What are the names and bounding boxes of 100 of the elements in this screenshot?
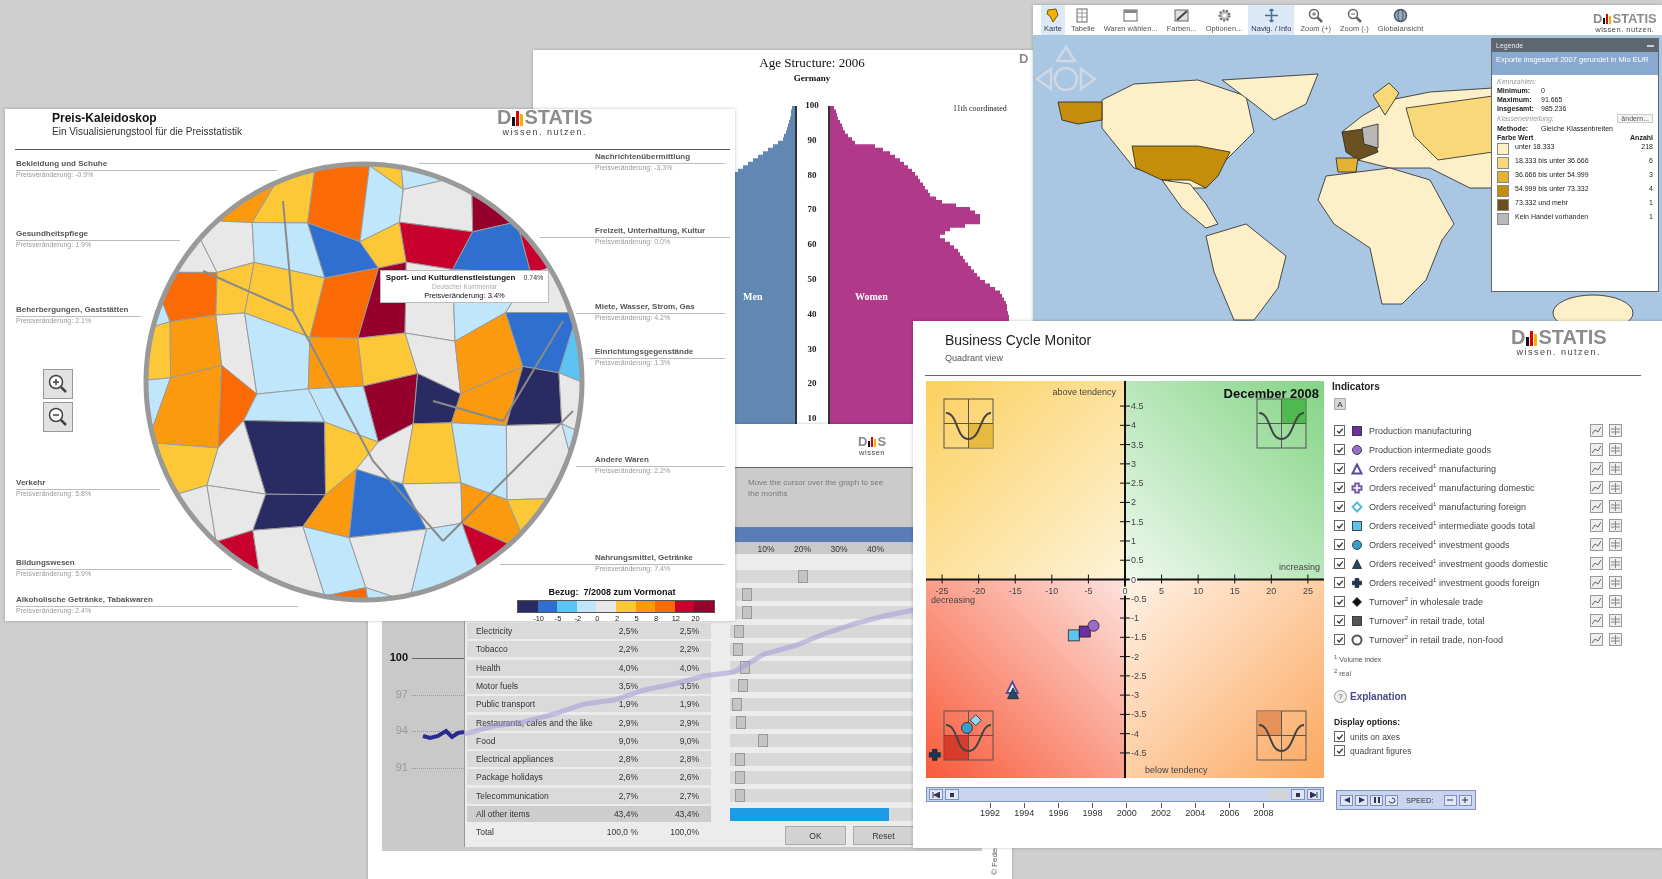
- table-button[interactable]: [1609, 519, 1622, 532]
- note-text: 11th coordinated: [953, 104, 1007, 113]
- category-name[interactable]: Beherbergungen, Gaststätten: [16, 305, 129, 314]
- category-name[interactable]: Gesundheitspflege: [16, 229, 92, 238]
- table-row[interactable]: Tobacco 2,2% 2,2%: [467, 641, 711, 658]
- slider-thumb[interactable]: [741, 587, 752, 601]
- dialog-button[interactable]: OK: [785, 826, 846, 845]
- explanation-link[interactable]: Explanation: [1350, 691, 1407, 702]
- chart-button[interactable]: [1590, 500, 1603, 513]
- chart-button[interactable]: [1590, 614, 1603, 627]
- slider-thumb[interactable]: [734, 770, 745, 784]
- checkbox[interactable]: [1334, 558, 1345, 569]
- slower-button[interactable]: [1443, 794, 1457, 806]
- checkbox[interactable]: [1334, 731, 1345, 742]
- table-button[interactable]: [1609, 462, 1622, 475]
- previous-button[interactable]: [945, 789, 959, 800]
- chart-button[interactable]: [1590, 538, 1603, 551]
- weight-slider[interactable]: [730, 789, 913, 803]
- table-button[interactable]: [1609, 424, 1622, 437]
- checkbox[interactable]: [1334, 577, 1345, 588]
- checkbox[interactable]: [1334, 520, 1345, 531]
- table-button[interactable]: [1609, 538, 1622, 551]
- table-row[interactable]: Public transport 1,9% 1,9%: [467, 696, 711, 713]
- chart-button[interactable]: [1590, 633, 1603, 646]
- item-label: All other items: [476, 809, 530, 819]
- weight-slider[interactable]: [736, 606, 913, 620]
- slider-thumb[interactable]: [757, 734, 768, 748]
- dialog-button[interactable]: Reset: [853, 826, 914, 845]
- table-button[interactable]: [1609, 633, 1622, 646]
- table-cell: 2,6%: [679, 772, 699, 783]
- item-label: Electrical appliances: [476, 754, 554, 765]
- chart-button[interactable]: [1590, 424, 1603, 437]
- table-button[interactable]: [1609, 595, 1622, 608]
- loop-button[interactable]: [1385, 794, 1398, 806]
- slider-thumb[interactable]: [735, 752, 746, 766]
- zoom-in-button[interactable]: [43, 369, 73, 399]
- table-button[interactable]: [1609, 500, 1622, 513]
- checkbox[interactable]: [1334, 615, 1345, 626]
- pause-button[interactable]: [1370, 794, 1383, 806]
- chart-button[interactable]: [1590, 557, 1603, 570]
- table-button[interactable]: [1609, 614, 1622, 627]
- chart-button[interactable]: [1590, 595, 1603, 608]
- help-icon[interactable]: ?: [1334, 690, 1347, 703]
- slider-thumb[interactable]: [734, 624, 745, 638]
- category-name[interactable]: Andere Waren: [595, 455, 671, 464]
- category-name[interactable]: Freizeit, Unterhaltung, Kultur: [595, 226, 706, 235]
- slider-thumb[interactable]: [734, 789, 745, 803]
- slider-thumb[interactable]: [739, 661, 750, 675]
- slider-thumb[interactable]: [741, 606, 752, 620]
- slider-thumb[interactable]: [798, 569, 809, 583]
- checkbox[interactable]: [1334, 596, 1345, 607]
- table-button[interactable]: [1609, 443, 1622, 456]
- weight-slider[interactable]: [730, 734, 913, 748]
- slider-thumb[interactable]: [737, 679, 748, 693]
- timeline-scrollbar[interactable]: [926, 787, 1324, 802]
- slider-thumb[interactable]: [735, 716, 746, 729]
- table-button[interactable]: [1609, 557, 1622, 570]
- table-row[interactable]: All other items 43,4% 43,4%: [467, 806, 711, 822]
- chart-button[interactable]: [1590, 481, 1603, 494]
- weight-slider[interactable]: [730, 679, 913, 693]
- faster-button[interactable]: [1458, 794, 1472, 806]
- category-name[interactable]: Verkehr: [16, 478, 92, 487]
- slider-thumb[interactable]: [731, 697, 742, 711]
- category-name[interactable]: Bildungswesen: [16, 558, 92, 567]
- toggle-button[interactable]: A: [1334, 398, 1346, 410]
- table-row[interactable]: Package holidays 2,6% 2,6%: [467, 769, 711, 786]
- checkbox[interactable]: [1334, 425, 1345, 436]
- checkbox[interactable]: [1334, 482, 1345, 493]
- first-button[interactable]: [929, 789, 943, 800]
- category-name[interactable]: Einrichtungsgegenstände: [595, 347, 694, 356]
- category-name[interactable]: Bekleidung und Schuhe: [16, 159, 108, 168]
- zoom-out-button[interactable]: [43, 402, 73, 432]
- category-name[interactable]: Miete, Wasser, Strom, Gas: [595, 302, 695, 311]
- category-name[interactable]: Nachrichtenübermittlung: [595, 152, 691, 161]
- back-button[interactable]: [1340, 794, 1353, 806]
- chart-button[interactable]: [1590, 443, 1603, 456]
- checkbox[interactable]: [1334, 444, 1345, 455]
- table-button[interactable]: [1609, 576, 1622, 589]
- next-button[interactable]: [1291, 789, 1305, 800]
- checkbox[interactable]: [1334, 463, 1345, 474]
- table-button[interactable]: [1609, 481, 1622, 494]
- category-name[interactable]: Nahrungsmittel, Getränke: [595, 553, 693, 562]
- scroll-thumb[interactable]: [1269, 790, 1287, 799]
- chart-button[interactable]: [1590, 519, 1603, 532]
- last-button[interactable]: [1307, 789, 1321, 800]
- play-button[interactable]: [1355, 794, 1368, 806]
- table-row[interactable]: Electricity 2,5% 2,5%: [467, 623, 711, 640]
- chart-button[interactable]: [1590, 576, 1603, 589]
- slider-thumb[interactable]: [733, 642, 744, 656]
- checkbox[interactable]: [1334, 501, 1345, 512]
- weight-slider[interactable]: [730, 716, 913, 729]
- weight-slider[interactable]: [730, 661, 913, 675]
- category-name[interactable]: Alkoholische Getränke, Tabakwaren: [16, 595, 153, 604]
- chart-button[interactable]: [1590, 462, 1603, 475]
- checkbox[interactable]: [1334, 539, 1345, 550]
- checkbox[interactable]: [1334, 745, 1345, 756]
- minimize-icon[interactable]: [1647, 42, 1654, 49]
- table-row[interactable]: Electrical appliances 2,8% 2,8%: [467, 751, 711, 768]
- item-label: Health: [476, 662, 501, 673]
- checkbox[interactable]: [1334, 634, 1345, 645]
